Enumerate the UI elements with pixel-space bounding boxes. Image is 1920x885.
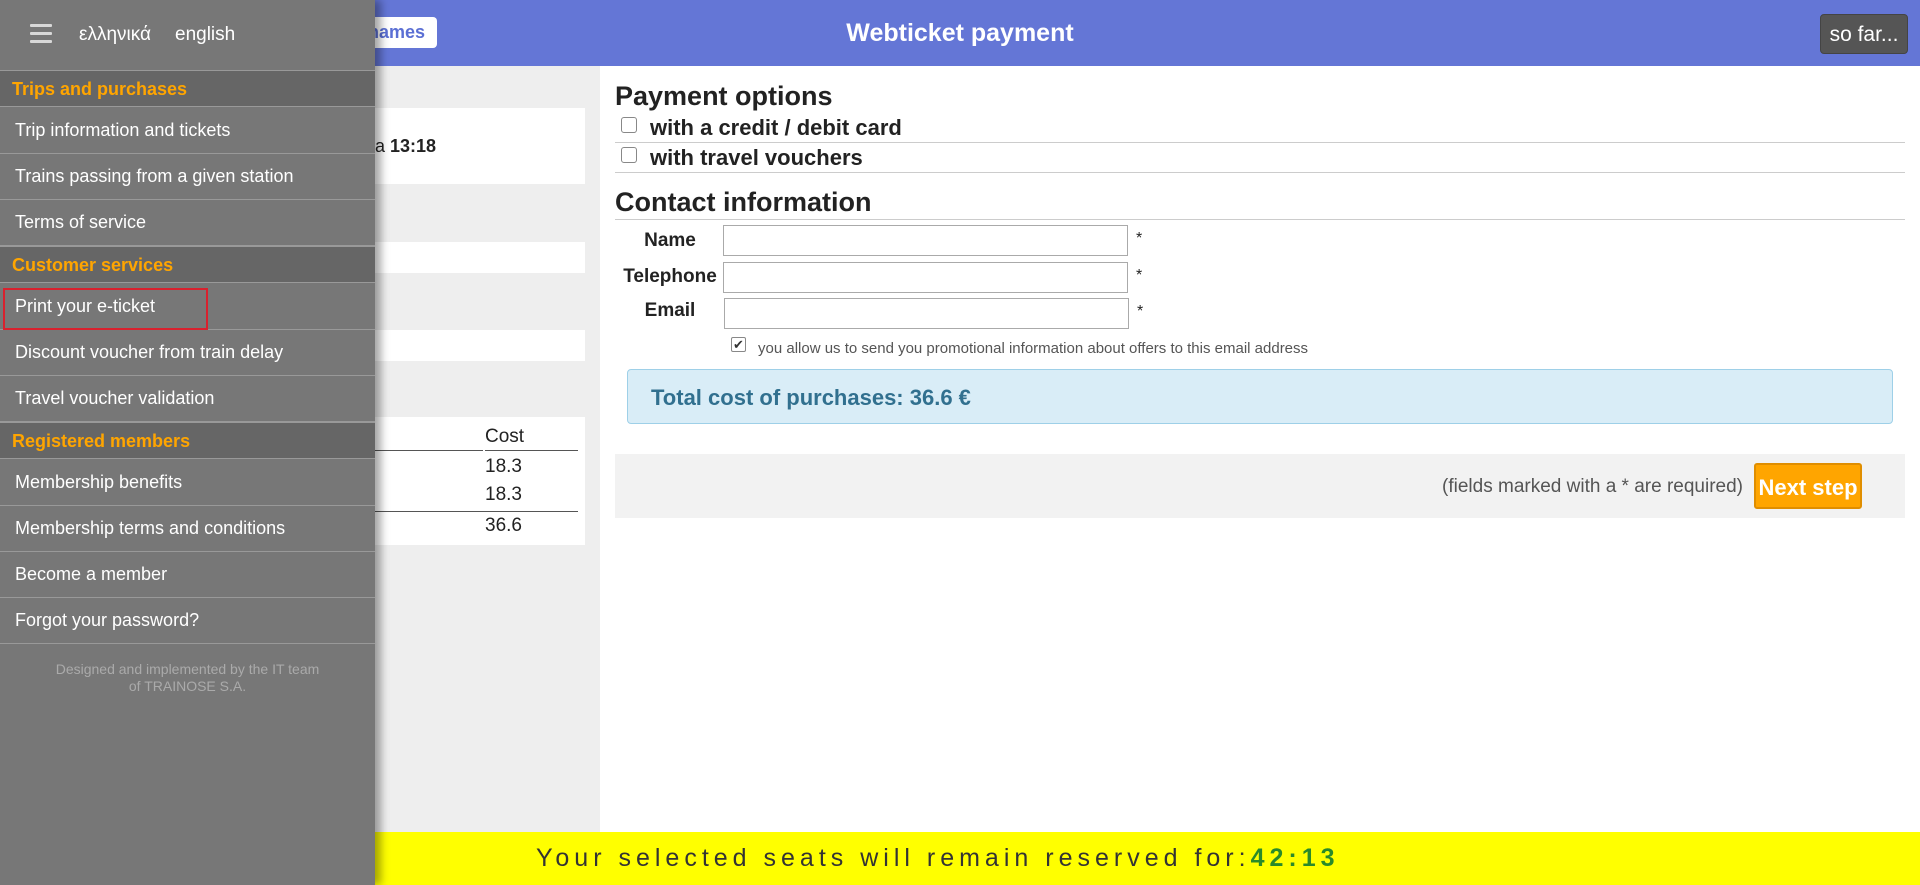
next-step-button[interactable]: Next step <box>1754 463 1862 509</box>
menu-item-membership-benefits[interactable]: Membership benefits <box>0 460 375 506</box>
reservation-message: Your selected seats will remain reserved… <box>536 844 1340 872</box>
language-english-link[interactable]: english <box>175 24 235 46</box>
cost-total-cell: 36.6 <box>485 515 522 536</box>
info-box <box>375 242 585 273</box>
reservation-countdown: 42:13 <box>1250 844 1340 872</box>
cost-column-header: Cost <box>485 426 525 447</box>
menu-group-registered-members: Registered members <box>0 422 375 459</box>
cost-cell: 18.3 <box>485 456 522 477</box>
info-box <box>375 330 585 361</box>
telephone-label: Telephone <box>623 266 717 287</box>
menu-item-trains-passing[interactable]: Trains passing from a given station <box>0 154 375 200</box>
cost-cell: 18.3 <box>485 484 522 505</box>
required-marker: * <box>1136 230 1143 247</box>
side-menu-top: ελληνικά english <box>0 0 375 70</box>
credit-card-checkbox[interactable] <box>621 117 637 133</box>
contact-information-title: Contact information <box>615 187 872 217</box>
side-menu: ελληνικά english Trips and purchases Tri… <box>0 0 375 885</box>
language-greek-link[interactable]: ελληνικά <box>79 24 151 46</box>
divider <box>485 450 578 451</box>
promo-consent-checkbox[interactable]: ✔ <box>731 337 746 352</box>
payment-option-card[interactable]: with a credit / debit card <box>615 113 1905 143</box>
menu-item-become-member[interactable]: Become a member <box>0 552 375 598</box>
payment-option-vouchers[interactable]: with travel vouchers <box>615 143 1905 173</box>
total-cost-text: Total cost of purchases: 36.6 € <box>651 385 971 410</box>
payment-options-title: Payment options <box>615 81 833 111</box>
cost-table-box <box>375 417 585 545</box>
divider <box>375 511 578 512</box>
name-field[interactable] <box>723 225 1128 256</box>
email-label: Email <box>644 300 696 321</box>
travel-vouchers-checkbox[interactable] <box>621 147 637 163</box>
menu-item-voucher-validation[interactable]: Travel voucher validation <box>0 376 375 422</box>
menu-group-trips: Trips and purchases <box>0 70 375 107</box>
email-field[interactable] <box>724 298 1129 329</box>
divider <box>375 450 483 451</box>
required-marker: * <box>1136 267 1143 284</box>
divider <box>615 219 1905 220</box>
hamburger-menu-icon[interactable] <box>30 24 52 44</box>
side-menu-footer: Designed and implemented by the IT team … <box>55 661 320 694</box>
menu-group-customer-services: Customer services <box>0 246 375 283</box>
menu-item-discount-voucher[interactable]: Discount voucher from train delay <box>0 330 375 376</box>
total-cost-banner: Total cost of purchases: 36.6 € <box>627 369 1893 424</box>
menu-item-forgot-password[interactable]: Forgot your password? <box>0 598 375 644</box>
name-label: Name <box>644 230 696 251</box>
payment-option-label: with travel vouchers <box>650 145 863 170</box>
required-fields-note: (fields marked with a * are required) <box>1442 476 1743 497</box>
menu-item-print-eticket[interactable]: Print your e-ticket <box>0 284 375 330</box>
action-bar: (fields marked with a * are required) Ne… <box>615 454 1905 518</box>
menu-item-trip-information[interactable]: Trip information and tickets <box>0 108 375 154</box>
required-marker: * <box>1137 303 1144 320</box>
menu-item-membership-terms[interactable]: Membership terms and conditions <box>0 506 375 552</box>
so-far-button[interactable]: so far... <box>1820 14 1908 54</box>
departure-time: a 13:18 <box>375 136 437 156</box>
telephone-field[interactable] <box>723 262 1128 293</box>
menu-item-terms-of-service[interactable]: Terms of service <box>0 200 375 246</box>
promo-consent-label: you allow us to send you promotional inf… <box>758 340 1309 357</box>
payment-option-label: with a credit / debit card <box>650 115 902 140</box>
